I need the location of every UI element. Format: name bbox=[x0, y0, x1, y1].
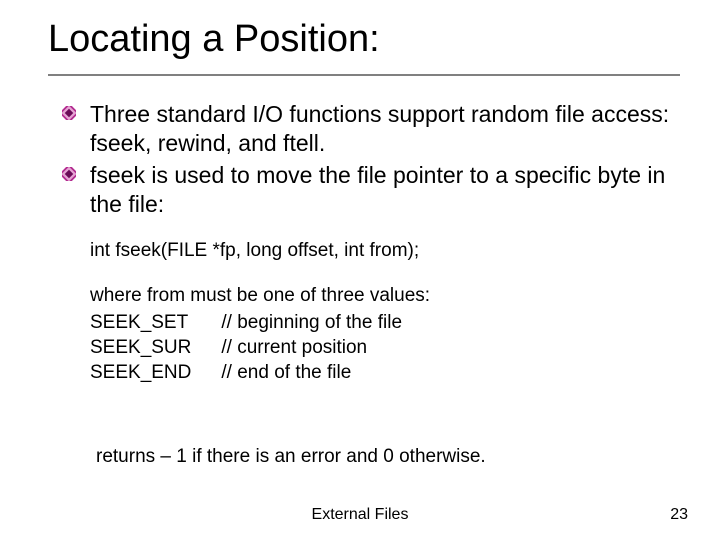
seek-constant-table: SEEK_SET // beginning of the file SEEK_S… bbox=[90, 310, 432, 385]
seek-name: SEEK_SUR bbox=[90, 335, 221, 360]
bullet-marker-icon bbox=[62, 167, 76, 181]
footer-title: External Files bbox=[0, 506, 720, 524]
from-intro: where from must be one of three values: bbox=[90, 283, 670, 308]
bullet-text: Three standard I/O functions support ran… bbox=[90, 101, 669, 156]
bullet-marker-icon bbox=[62, 106, 76, 120]
table-row: SEEK_SET // beginning of the file bbox=[90, 310, 432, 335]
seek-comment: // current position bbox=[221, 335, 432, 360]
page-number: 23 bbox=[670, 506, 688, 524]
table-row: SEEK_SUR // current position bbox=[90, 335, 432, 360]
seek-comment: // end of the file bbox=[221, 360, 432, 385]
bullet-item: Three standard I/O functions support ran… bbox=[62, 100, 670, 159]
seek-name: SEEK_SET bbox=[90, 310, 221, 335]
function-signature: int fseek(FILE *fp, long offset, int fro… bbox=[90, 238, 670, 263]
table-row: SEEK_END // end of the file bbox=[90, 360, 432, 385]
seek-name: SEEK_END bbox=[90, 360, 221, 385]
slide: Locating a Position: Three standard I/O … bbox=[0, 0, 720, 540]
return-value-note: returns – 1 if there is an error and 0 o… bbox=[96, 446, 486, 468]
seek-comment: // beginning of the file bbox=[221, 310, 432, 335]
slide-title: Locating a Position: bbox=[48, 18, 380, 61]
bullet-item: fseek is used to move the file pointer t… bbox=[62, 161, 670, 220]
title-underline bbox=[48, 74, 680, 76]
bullet-text: fseek is used to move the file pointer t… bbox=[90, 162, 665, 217]
bullet-list: Three standard I/O functions support ran… bbox=[62, 100, 670, 222]
detail-block: int fseek(FILE *fp, long offset, int fro… bbox=[90, 238, 670, 403]
